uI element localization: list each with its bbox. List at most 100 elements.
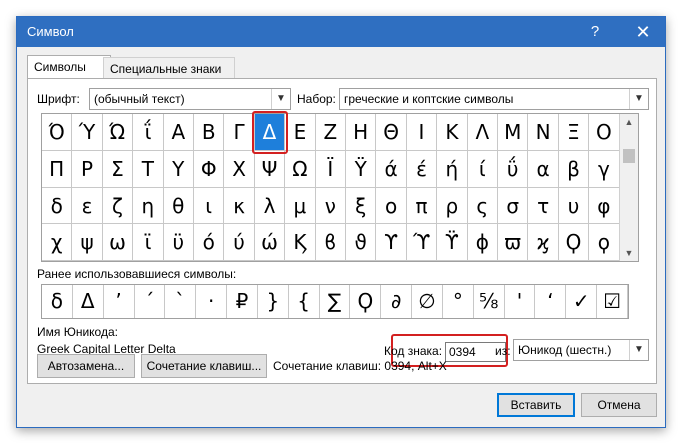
symbol-cell[interactable]: Β	[194, 114, 225, 151]
symbol-cell[interactable]: ψ	[72, 224, 103, 261]
symbol-cell[interactable]: ϙ	[589, 224, 620, 261]
recent-symbol-cell[interactable]: Ϙ	[350, 285, 382, 318]
symbol-cell[interactable]: ϑ	[346, 224, 377, 261]
symbol-cell[interactable]: Ώ	[102, 114, 134, 151]
tab-symbols[interactable]: Символы	[27, 55, 111, 80]
recent-symbol-cell[interactable]: °	[443, 285, 474, 318]
symbol-cell[interactable]: Α	[163, 114, 194, 151]
recent-symbol-cell[interactable]: `	[165, 285, 197, 318]
symbol-cell[interactable]: ρ	[437, 187, 468, 225]
symbol-cell[interactable]: ϗ	[528, 224, 559, 261]
chevron-down-icon[interactable]: ▼	[629, 340, 648, 360]
symbol-cell[interactable]: Κ	[437, 114, 468, 151]
recent-symbol-cell[interactable]: ·	[196, 285, 228, 318]
recent-symbol-cell[interactable]: δ	[42, 285, 73, 318]
symbol-cell[interactable]: ζ	[102, 187, 134, 225]
symbol-cell[interactable]: Υ	[163, 150, 194, 188]
symbol-cell[interactable]: φ	[589, 187, 620, 225]
symbol-cell[interactable]: Ρ	[72, 150, 103, 188]
symbol-cell[interactable]: Γ	[224, 114, 255, 151]
recent-symbol-cell[interactable]: ∂	[381, 285, 413, 318]
from-select[interactable]: Юникод (шестн.) ▼	[513, 339, 649, 361]
scroll-down-icon[interactable]: ▼	[620, 245, 638, 261]
grid-scrollbar[interactable]: ▲ ▼	[619, 114, 638, 261]
symbol-cell[interactable]: Τ	[133, 150, 164, 188]
symbol-cell[interactable]: ν	[315, 187, 346, 225]
tab-special-characters[interactable]: Специальные знаки	[103, 57, 235, 80]
recent-symbol-cell[interactable]: ✓	[566, 285, 598, 318]
symbol-cell[interactable]: Ϋ	[346, 150, 377, 188]
symbol-cell[interactable]: έ	[406, 150, 438, 188]
symbol-cell[interactable]: Π	[42, 150, 73, 188]
symbol-cell[interactable]: Ύ	[72, 114, 103, 151]
symbol-cell[interactable]: ΰ	[498, 150, 529, 188]
symbol-cell[interactable]: ϊ	[133, 224, 164, 261]
shortcut-key-button[interactable]: Сочетание клавиш...	[141, 354, 267, 378]
symbol-cell[interactable]: ϖ	[498, 224, 529, 261]
chevron-down-icon[interactable]: ▼	[271, 89, 290, 109]
symbol-cell[interactable]: ή	[437, 150, 468, 188]
symbol-cell[interactable]: γ	[589, 150, 620, 188]
font-select[interactable]: (обычный текст) ▼	[89, 88, 291, 110]
symbol-cell[interactable]: Λ	[467, 114, 498, 151]
symbol-cell[interactable]: Θ	[376, 114, 407, 151]
symbol-cell[interactable]: ι	[194, 187, 225, 225]
recent-symbol-cell[interactable]: }	[258, 285, 289, 318]
symbol-cell[interactable]: ο	[376, 187, 407, 225]
symbol-cell[interactable]: α	[528, 150, 559, 188]
subset-select[interactable]: греческие и коптские символы ▼	[339, 88, 649, 110]
chevron-down-icon[interactable]: ▼	[629, 89, 648, 109]
recent-symbol-cell[interactable]: '	[505, 285, 536, 318]
symbol-cell[interactable]: Ό	[42, 114, 73, 151]
symbol-cell[interactable]: Ι	[406, 114, 438, 151]
scroll-thumb[interactable]	[623, 149, 635, 163]
symbol-cell[interactable]: ό	[194, 224, 225, 261]
cancel-button[interactable]: Отмена	[581, 393, 657, 417]
recent-symbol-cell[interactable]: ‘	[535, 285, 567, 318]
symbol-cell[interactable]: Ϙ	[558, 224, 590, 261]
symbol-cell[interactable]: η	[133, 187, 164, 225]
symbol-cell[interactable]: δ	[42, 187, 73, 225]
symbol-cell[interactable]: Σ	[102, 150, 134, 188]
symbol-cell[interactable]: Ω	[285, 150, 316, 188]
symbol-cell[interactable]: Ψ	[254, 150, 286, 188]
recent-symbol-cell[interactable]: ⅝	[474, 285, 505, 318]
symbol-cell[interactable]: υ	[558, 187, 590, 225]
recent-symbol-cell[interactable]: ´	[135, 285, 166, 318]
symbol-cell[interactable]: Ϗ	[285, 224, 316, 261]
symbol-cell[interactable]: Ο	[589, 114, 620, 151]
symbol-cell[interactable]: ξ	[346, 187, 377, 225]
symbol-cell[interactable]: Ν	[528, 114, 559, 151]
symbol-cell[interactable]: ε	[72, 187, 103, 225]
recent-symbol-cell[interactable]: ∅	[412, 285, 443, 318]
symbol-cell[interactable]: ά	[376, 150, 407, 188]
recent-symbol-cell[interactable]: {	[289, 285, 320, 318]
symbol-cell[interactable]: Δ	[254, 114, 286, 151]
symbol-cell[interactable]: ύ	[224, 224, 255, 261]
symbol-cell[interactable]: ϒ	[376, 224, 407, 261]
symbol-cell[interactable]: ϔ	[437, 224, 468, 261]
symbol-cell[interactable]: ς	[467, 187, 498, 225]
symbol-cell[interactable]: ω	[102, 224, 134, 261]
symbol-cell[interactable]: β	[558, 150, 590, 188]
insert-button[interactable]: Вставить	[497, 393, 575, 417]
recent-symbol-cell[interactable]: ’	[104, 285, 135, 318]
symbol-cell[interactable]: ϐ	[315, 224, 346, 261]
help-button[interactable]: ?	[575, 17, 615, 47]
symbol-cell[interactable]: λ	[254, 187, 286, 225]
symbol-cell[interactable]: Μ	[498, 114, 529, 151]
symbol-cell[interactable]: ϋ	[163, 224, 194, 261]
symbol-cell[interactable]: ϓ	[406, 224, 438, 261]
symbol-cell[interactable]: Ζ	[315, 114, 346, 151]
symbol-cell[interactable]: κ	[224, 187, 255, 225]
recent-symbol-cell[interactable]: ∑	[320, 285, 351, 318]
symbol-cell[interactable]: Φ	[194, 150, 225, 188]
symbol-cell[interactable]: ώ	[254, 224, 286, 261]
recent-symbol-cell[interactable]: ₽	[227, 285, 258, 318]
close-button[interactable]: ✕	[623, 17, 663, 47]
recent-symbol-cell[interactable]: Δ	[73, 285, 104, 318]
symbol-cell[interactable]: Η	[346, 114, 377, 151]
symbol-cell[interactable]: Χ	[224, 150, 255, 188]
scroll-up-icon[interactable]: ▲	[620, 114, 638, 130]
symbol-cell[interactable]: μ	[285, 187, 316, 225]
